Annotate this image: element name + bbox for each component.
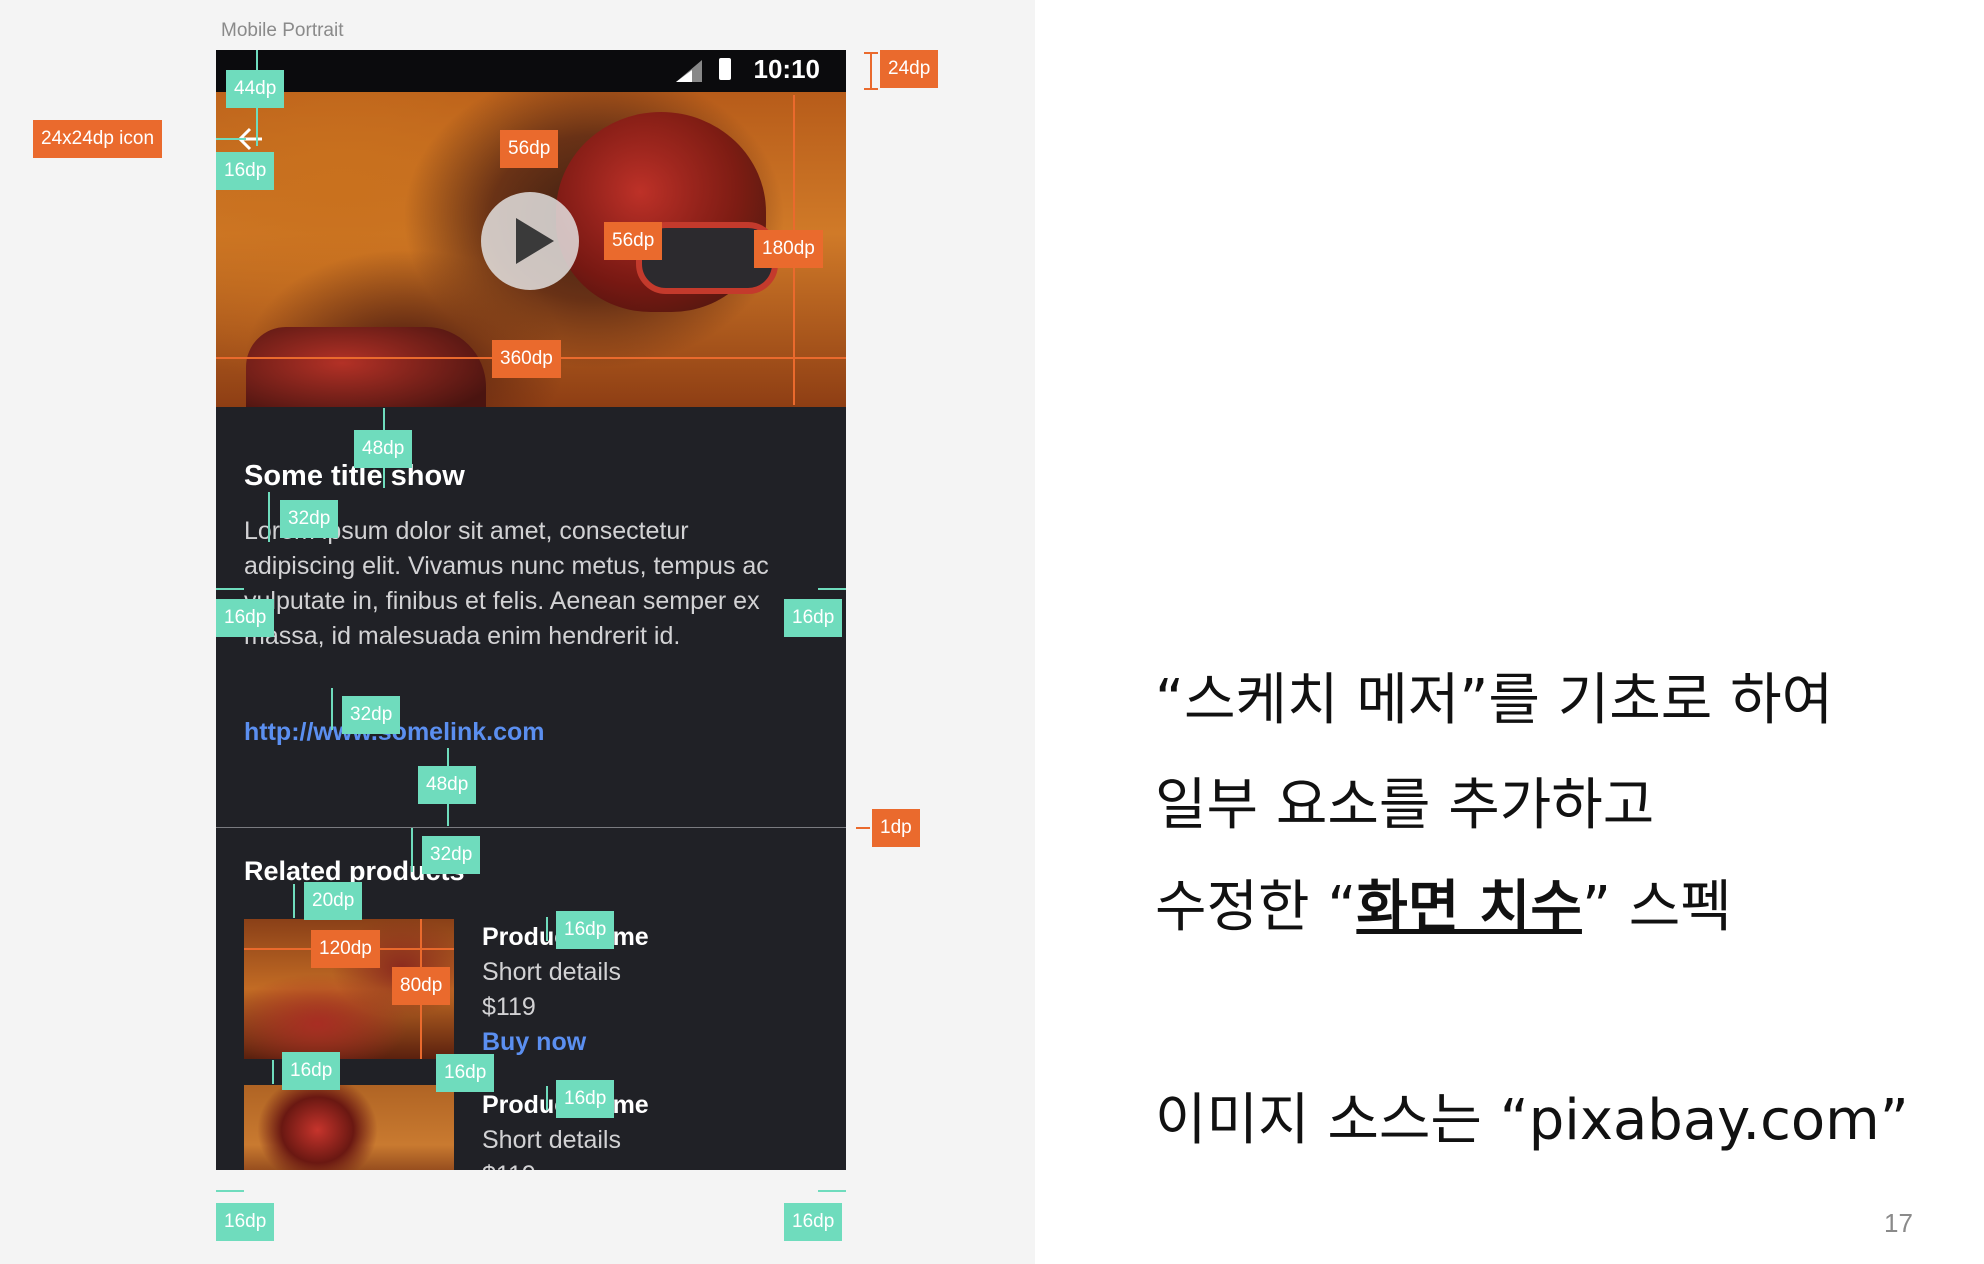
annotation-back-left: 16dp xyxy=(216,152,275,190)
measure-line xyxy=(216,588,244,590)
measure-line xyxy=(818,588,846,590)
annotation-side-right: 16dp xyxy=(784,599,843,637)
measure-line xyxy=(411,828,413,872)
play-icon xyxy=(516,218,554,264)
annotation-link-bottom: 48dp xyxy=(418,766,477,804)
annotation-divider: 1dp xyxy=(872,809,920,847)
slide-line-3: 수정한 “화면 치수” 스펙 xyxy=(1155,862,1732,943)
annotation-bottom-left: 16dp xyxy=(216,1203,275,1241)
signal-icon xyxy=(676,60,702,82)
product-price: $119 xyxy=(482,993,536,1021)
annotation-related-top: 32dp xyxy=(422,836,481,874)
slide-line-3-pre: 수정한 “ xyxy=(1155,875,1357,940)
annotation-icon-size: 24x24dp icon xyxy=(33,120,163,158)
measure-line xyxy=(272,1060,274,1084)
measure-line xyxy=(216,138,246,140)
annotation-status-height: 24dp xyxy=(880,50,939,88)
slide-line-3-emphasis: 화면 치수 xyxy=(1356,875,1582,940)
annotation-play-outer: 56dp xyxy=(500,130,559,168)
annotation-hero-width: 360dp xyxy=(492,340,561,378)
measure-line xyxy=(864,52,878,54)
status-time: 10:10 xyxy=(753,54,821,84)
annotation-side-left: 16dp xyxy=(216,599,275,637)
measure-line xyxy=(546,1086,548,1110)
slide-line-3-post: ” 스펙 xyxy=(1581,875,1732,940)
measure-line xyxy=(856,827,870,829)
page-number: 17 xyxy=(1884,1208,1913,1238)
measure-line xyxy=(864,88,878,90)
annotation-text-gap-1: 16dp xyxy=(556,911,615,949)
annotation-thumb-gap: 16dp xyxy=(282,1052,341,1090)
annotation-thumb-width: 120dp xyxy=(311,930,380,968)
glove-shape xyxy=(246,327,486,407)
slide-line-2: 일부 요소를 추가하고 xyxy=(1155,773,1655,838)
annotation-hero-height: 180dp xyxy=(754,230,823,268)
product-thumbnail[interactable] xyxy=(244,1085,454,1170)
status-bar: 10:10 xyxy=(216,50,846,92)
slide-line-4: 이미지 소스는 “pixabay.com” xyxy=(1155,1088,1909,1153)
annotation-body-top: 32dp xyxy=(280,500,339,538)
annotation-text-gap-2: 16dp xyxy=(556,1080,615,1118)
measure-line xyxy=(216,1190,244,1192)
slide-line-1: “스케치 메저”를 기초로 하여 xyxy=(1155,668,1834,733)
play-button[interactable] xyxy=(481,192,579,290)
artboard-canvas: Mobile Portrait 10:10 Some title show Lo… xyxy=(0,0,1035,1264)
annotation-related-gap: 20dp xyxy=(304,882,363,920)
artboard-label: Mobile Portrait xyxy=(221,20,344,41)
product-details: Short details xyxy=(482,958,621,986)
annotation-back-top: 44dp xyxy=(226,70,285,108)
annotation-play-inner: 56dp xyxy=(604,222,663,260)
buy-now-button[interactable]: Buy now xyxy=(482,1025,649,1060)
phone-screen: 10:10 Some title show Lorem ipsum dolor … xyxy=(216,50,846,1170)
divider xyxy=(216,827,846,828)
annotation-thumb-gap-right: 16dp xyxy=(436,1054,495,1092)
annotation-link-top: 32dp xyxy=(342,696,401,734)
product-price: $119 xyxy=(482,1158,649,1170)
annotation-bottom-right: 16dp xyxy=(784,1203,843,1241)
measure-line xyxy=(818,1190,846,1192)
product-details: Short details xyxy=(482,1126,621,1154)
measure-line xyxy=(293,884,295,918)
measure-line xyxy=(268,492,270,542)
measure-line xyxy=(331,688,333,730)
battery-icon xyxy=(719,58,731,80)
annotation-title-top: 48dp xyxy=(354,430,413,468)
measure-line xyxy=(546,917,548,941)
measure-line xyxy=(870,52,872,90)
annotation-thumb-height: 80dp xyxy=(392,967,451,1005)
